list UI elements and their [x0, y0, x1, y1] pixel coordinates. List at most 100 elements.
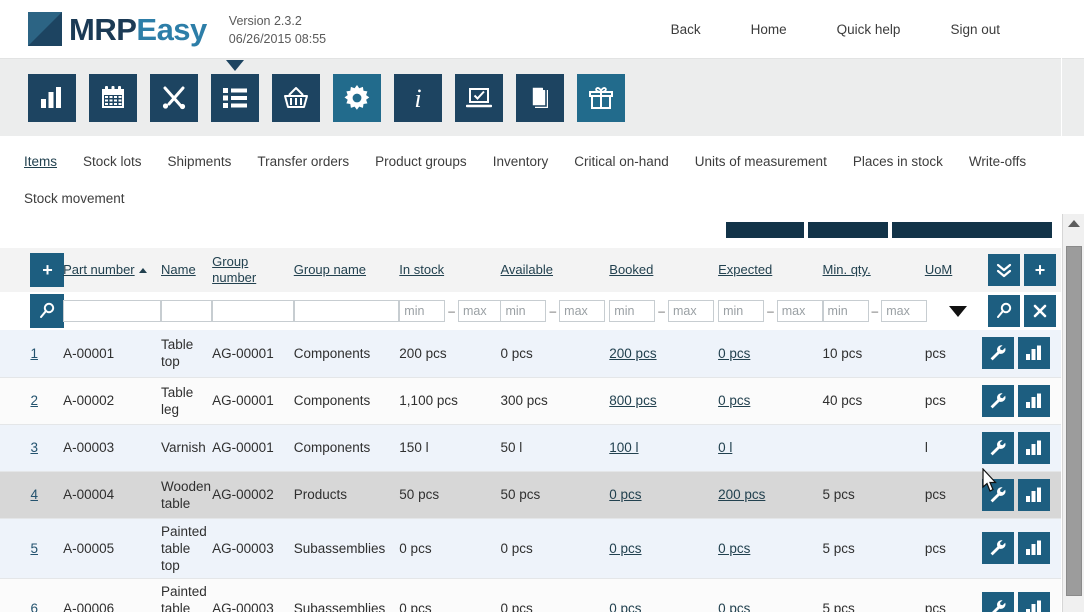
filter-expected-min-input[interactable]: [718, 300, 764, 322]
tab-shipments[interactable]: Shipments: [168, 154, 232, 169]
grid-action-button-3[interactable]: [892, 222, 1052, 238]
cell-booked-link[interactable]: 0 pcs: [609, 541, 641, 556]
filter-group-number-input[interactable]: [212, 300, 294, 322]
info-icon[interactable]: i: [394, 74, 442, 122]
column-header-booked-label[interactable]: Booked: [609, 262, 653, 277]
app-logo[interactable]: MRPEasy: [28, 12, 207, 46]
filter-uom-dropdown-icon[interactable]: [949, 306, 967, 317]
apply-filter-button[interactable]: [988, 295, 1020, 327]
table-row[interactable]: 2 A-00002 Table leg AG-00001 Components …: [0, 377, 1062, 424]
filter-booked-max-input[interactable]: [668, 300, 714, 322]
grid-action-button-1[interactable]: [726, 222, 804, 238]
item-report-button[interactable]: [1018, 532, 1050, 564]
column-header-expected[interactable]: Expected: [718, 248, 822, 292]
row-index[interactable]: 3: [30, 424, 63, 471]
column-header-name-label[interactable]: Name: [161, 262, 196, 277]
filter-min-qty-min-input[interactable]: [823, 300, 869, 322]
row-index-link[interactable]: 6: [30, 601, 38, 612]
row-index[interactable]: 5: [30, 518, 63, 578]
row-index[interactable]: 6: [30, 578, 63, 612]
add-item-button[interactable]: +: [30, 253, 64, 287]
item-report-button[interactable]: [1018, 432, 1050, 464]
column-header-min-qty-label[interactable]: Min. qty.: [823, 262, 871, 277]
table-row[interactable]: 3 A-00003 Varnish AG-00001 Components 15…: [0, 424, 1062, 471]
list-icon[interactable]: [211, 74, 259, 122]
column-header-min-qty[interactable]: Min. qty.: [823, 248, 925, 292]
laptop-check-icon[interactable]: [455, 74, 503, 122]
cell-expected-link[interactable]: 0 pcs: [718, 393, 750, 408]
column-header-uom-label[interactable]: UoM: [925, 262, 952, 277]
clear-filter-button[interactable]: [1024, 295, 1056, 327]
grid-action-button-2[interactable]: [808, 222, 888, 238]
scroll-up-arrow-icon[interactable]: [1068, 220, 1080, 227]
column-header-part-number[interactable]: Part number: [63, 248, 161, 292]
table-row[interactable]: 1 A-00001 Table top AG-00001 Components …: [0, 330, 1062, 377]
cell-booked-link[interactable]: 200 pcs: [609, 346, 656, 361]
row-index-link[interactable]: 5: [30, 541, 38, 556]
item-report-button[interactable]: [1018, 592, 1050, 612]
filter-min-qty-max-input[interactable]: [881, 300, 927, 322]
column-header-expected-label[interactable]: Expected: [718, 262, 772, 277]
page-scrollbar[interactable]: [1062, 214, 1084, 612]
tab-stock-lots[interactable]: Stock lots: [83, 154, 142, 169]
table-row[interactable]: 6 A-00006 Painted table leg AG-00003 Sub…: [0, 578, 1062, 612]
search-toggle-button[interactable]: [30, 294, 64, 328]
filter-available-max-input[interactable]: [559, 300, 605, 322]
filter-name-input[interactable]: [161, 300, 212, 322]
cell-expected-link[interactable]: 0 l: [718, 440, 732, 455]
row-index[interactable]: 1: [30, 330, 63, 377]
filter-booked-min-input[interactable]: [609, 300, 655, 322]
column-header-in-stock[interactable]: In stock: [399, 248, 500, 292]
filter-group-name-input[interactable]: [294, 300, 400, 322]
sign-out-link[interactable]: Sign out: [950, 22, 1000, 37]
cell-expected-link[interactable]: 0 pcs: [718, 541, 750, 556]
column-header-available[interactable]: Available: [500, 248, 609, 292]
column-header-part-number-label[interactable]: Part number: [63, 262, 135, 277]
column-header-group-number[interactable]: Group number: [212, 248, 294, 292]
row-index[interactable]: 4: [30, 471, 63, 518]
edit-item-button[interactable]: [982, 385, 1014, 417]
basket-icon[interactable]: [272, 74, 320, 122]
row-index-link[interactable]: 1: [30, 346, 38, 361]
column-header-group-name-label[interactable]: Group name: [294, 262, 366, 277]
filter-available-min-input[interactable]: [500, 300, 546, 322]
tab-product-groups[interactable]: Product groups: [375, 154, 467, 169]
item-report-button[interactable]: [1018, 385, 1050, 417]
item-report-button[interactable]: [1018, 337, 1050, 369]
quick-help-link[interactable]: Quick help: [837, 22, 901, 37]
cell-booked-link[interactable]: 800 pcs: [609, 393, 656, 408]
scrollbar-thumb[interactable]: [1066, 246, 1082, 596]
home-link[interactable]: Home: [751, 22, 787, 37]
table-row[interactable]: 4 A-00004 Wooden table AG-00002 Products…: [0, 471, 1062, 518]
column-header-in-stock-label[interactable]: In stock: [399, 262, 444, 277]
edit-item-button[interactable]: [982, 432, 1014, 464]
row-index-link[interactable]: 3: [30, 440, 38, 455]
column-header-available-label[interactable]: Available: [500, 262, 553, 277]
bar-chart-icon[interactable]: [28, 74, 76, 122]
edit-item-button[interactable]: [982, 532, 1014, 564]
tab-places-in-stock[interactable]: Places in stock: [853, 154, 943, 169]
cell-expected-link[interactable]: 0 pcs: [718, 601, 750, 612]
expand-all-rows-button[interactable]: [988, 254, 1020, 286]
edit-item-button[interactable]: [982, 592, 1014, 612]
tab-units-of-measurement[interactable]: Units of measurement: [695, 154, 827, 169]
add-column-button[interactable]: +: [1024, 254, 1056, 286]
cell-booked-link[interactable]: 0 pcs: [609, 487, 641, 502]
filter-expected-max-input[interactable]: [777, 300, 823, 322]
filter-in-stock-max-input[interactable]: [458, 300, 504, 322]
row-index[interactable]: 2: [30, 377, 63, 424]
cell-booked-link[interactable]: 0 pcs: [609, 601, 641, 612]
column-header-uom[interactable]: UoM: [925, 248, 973, 292]
tab-critical-on-hand[interactable]: Critical on-hand: [574, 154, 669, 169]
tab-transfer-orders[interactable]: Transfer orders: [257, 154, 349, 169]
column-header-booked[interactable]: Booked: [609, 248, 718, 292]
item-report-button[interactable]: [1018, 479, 1050, 511]
gear-icon[interactable]: [333, 74, 381, 122]
tab-inventory[interactable]: Inventory: [493, 154, 549, 169]
tab-stock-movement[interactable]: Stock movement: [24, 191, 125, 206]
tab-items[interactable]: Items: [24, 154, 57, 169]
back-link[interactable]: Back: [671, 22, 701, 37]
edit-item-button[interactable]: [982, 337, 1014, 369]
column-header-name[interactable]: Name: [161, 248, 212, 292]
table-row[interactable]: 5 A-00005 Painted table top AG-00003 Sub…: [0, 518, 1062, 578]
